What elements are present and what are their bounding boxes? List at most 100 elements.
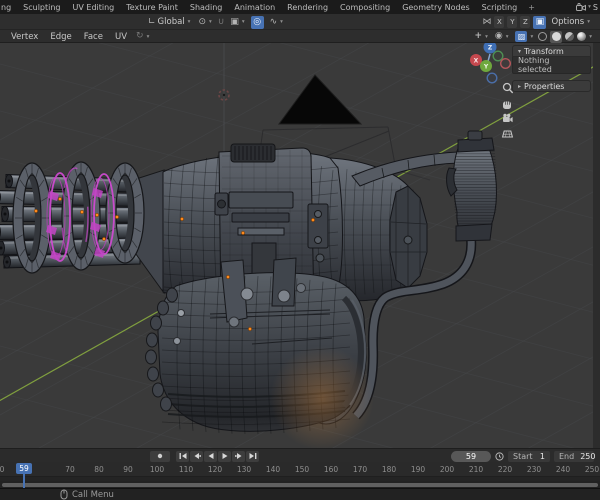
shading-wireframe-button[interactable] [538, 32, 548, 41]
frame-tick: 190 [410, 464, 426, 474]
viewport-canvas[interactable]: Z X Y ▾ Transform Nothing selected ▸ Pro… [0, 43, 600, 448]
play-reverse-button[interactable] [204, 450, 217, 462]
zoom-button[interactable] [502, 82, 513, 94]
frame-tick: 130 [236, 464, 252, 474]
jump-to-start-button[interactable] [176, 450, 189, 462]
snap-magnet-icon[interactable]: ∪ [218, 17, 225, 27]
snapping-toggle[interactable]: ▣ [533, 15, 547, 29]
frame-tick: 180 [381, 464, 397, 474]
tab-texture-paint[interactable]: Texture Paint [120, 0, 184, 14]
gizmo-icon: + [474, 31, 483, 41]
pivot-point-dropdown[interactable]: ⊙ [196, 16, 213, 27]
frame-tick: 140 [265, 464, 281, 474]
end-value: 250 [580, 451, 596, 461]
gizmo-neg-y-axis[interactable] [492, 50, 504, 62]
gizmo-neg-x-axis[interactable] [500, 58, 512, 70]
select-mode-edge[interactable]: Edge [45, 30, 76, 43]
jump-to-end-button[interactable] [246, 450, 259, 462]
scene-icon [576, 2, 587, 11]
start-value: 1 [539, 451, 545, 461]
add-workspace-button[interactable]: + [523, 0, 540, 14]
start-frame-field[interactable]: Start 1 [508, 450, 550, 462]
frame-tick: 110 [178, 464, 194, 474]
viewport-header: ∟ Global ⊙ ∪ ▣ ◎ ∿ ⋈ X Y Z ▣ Options [0, 14, 600, 30]
minigun-model[interactable] [0, 130, 497, 448]
play-button[interactable] [218, 450, 231, 462]
timeline-ruler[interactable]: 0 70 80 90 100 110 120 130 140 150 160 170 180 190 20… [0, 462, 600, 481]
xray-toggle[interactable]: ▨ [513, 31, 535, 42]
falloff-dropdown[interactable]: ∿ [268, 16, 285, 27]
tab-uv-editing[interactable]: UV Editing [67, 0, 121, 14]
tab-rendering[interactable]: Rendering [281, 0, 334, 14]
options-label: Options [551, 17, 585, 27]
pivot-icon: ⊙ [198, 16, 206, 27]
scene-selector[interactable]: ▾ S [576, 0, 598, 14]
orientation-icon: ∟ [148, 16, 156, 27]
status-hint-text: Call Menu [72, 489, 114, 500]
tab-shading[interactable]: Shading [184, 0, 229, 14]
proportional-edit-toggle[interactable]: ◎ [250, 15, 264, 29]
shading-solid-button[interactable] [550, 30, 563, 43]
auto-key-button[interactable] [150, 450, 170, 462]
viewport-right-edge [593, 43, 600, 448]
pan-hand-button[interactable] [503, 101, 511, 110]
show-gizmo-dropdown[interactable]: + [473, 32, 490, 41]
tab-scripting[interactable]: Scripting [476, 0, 524, 14]
tab-geometry-nodes[interactable]: Geometry Nodes [396, 0, 475, 14]
workspace-tabbar: ng Sculpting UV Editing Texture Paint Sh… [0, 0, 600, 14]
camera-view-button[interactable] [503, 113, 513, 123]
frame-tick: 200 [439, 464, 455, 474]
pyramid-object[interactable] [278, 74, 363, 125]
falloff-curve-icon: ∿ [269, 16, 278, 27]
scrollbar-thumb[interactable] [2, 482, 598, 487]
mirror-z-toggle[interactable]: Z [520, 16, 531, 28]
gizmo-x-label: X [474, 58, 479, 65]
clock-icon [495, 451, 504, 461]
transform-orientation-dropdown[interactable]: ∟ Global [146, 17, 192, 27]
perspective-toggle-button[interactable] [501, 130, 514, 138]
snap-target-dropdown[interactable]: ▣ [228, 17, 246, 27]
options-dropdown[interactable]: Options [549, 17, 592, 27]
mouse-icon [60, 489, 68, 500]
viewport-scene: Z X Y [0, 43, 600, 448]
properties-panel-header[interactable]: ▸ Properties [512, 80, 591, 92]
select-mode-vertex[interactable]: Vertex [6, 30, 43, 43]
sticky-select-dropdown[interactable]: ↻ [134, 32, 151, 41]
mirror-x-toggle[interactable]: X [494, 16, 505, 28]
current-frame-field[interactable]: 59 [451, 450, 491, 462]
end-label: End [559, 451, 575, 461]
select-mode-face[interactable]: Face [79, 30, 108, 43]
playhead-frame-label: 59 [19, 464, 29, 473]
show-overlays-dropdown[interactable]: ◉ [493, 32, 511, 41]
transform-panel-body: Nothing selected [512, 56, 591, 74]
xray-icon: ▨ [515, 31, 528, 42]
end-frame-field[interactable]: End 250 [554, 450, 596, 462]
properties-panel-label: Properties [524, 81, 565, 91]
prev-keyframe-button[interactable] [190, 450, 203, 462]
shading-rendered-button[interactable] [577, 32, 587, 41]
frame-tick: 70 [65, 464, 75, 474]
orientation-label: Global [157, 17, 185, 27]
select-mode-uv[interactable]: UV [110, 30, 132, 43]
frame-tick: 240 [555, 464, 571, 474]
shading-material-button[interactable] [565, 32, 575, 41]
sticky-select-icon: ↻ [136, 31, 144, 41]
mirror-y-toggle[interactable]: Y [507, 16, 518, 28]
timeline-ruler-area: 0 70 80 90 100 110 120 130 140 150 160 170 180 190 20… [0, 462, 600, 488]
current-frame-value: 59 [465, 451, 477, 461]
chevron-down-icon: ▾ [588, 4, 591, 10]
next-keyframe-button[interactable] [232, 450, 245, 462]
tab-animation[interactable]: Animation [228, 0, 281, 14]
frame-tick: 90 [123, 464, 133, 474]
tab-compositing[interactable]: Compositing [334, 0, 396, 14]
gizmo-neg-z-axis[interactable] [486, 72, 498, 84]
chevron-down-icon[interactable]: ▾ [589, 34, 592, 40]
frame-tick: 250 [584, 464, 600, 474]
tab-partial[interactable]: ng [0, 0, 17, 14]
blender-window: ng Sculpting UV Editing Texture Paint Sh… [0, 0, 600, 500]
mirror-icon: ⋈ [482, 16, 492, 27]
scene-name-partial: S [592, 2, 598, 12]
frame-tick: 160 [323, 464, 339, 474]
tab-sculpting[interactable]: Sculpting [17, 0, 66, 14]
playhead-line [23, 473, 25, 488]
